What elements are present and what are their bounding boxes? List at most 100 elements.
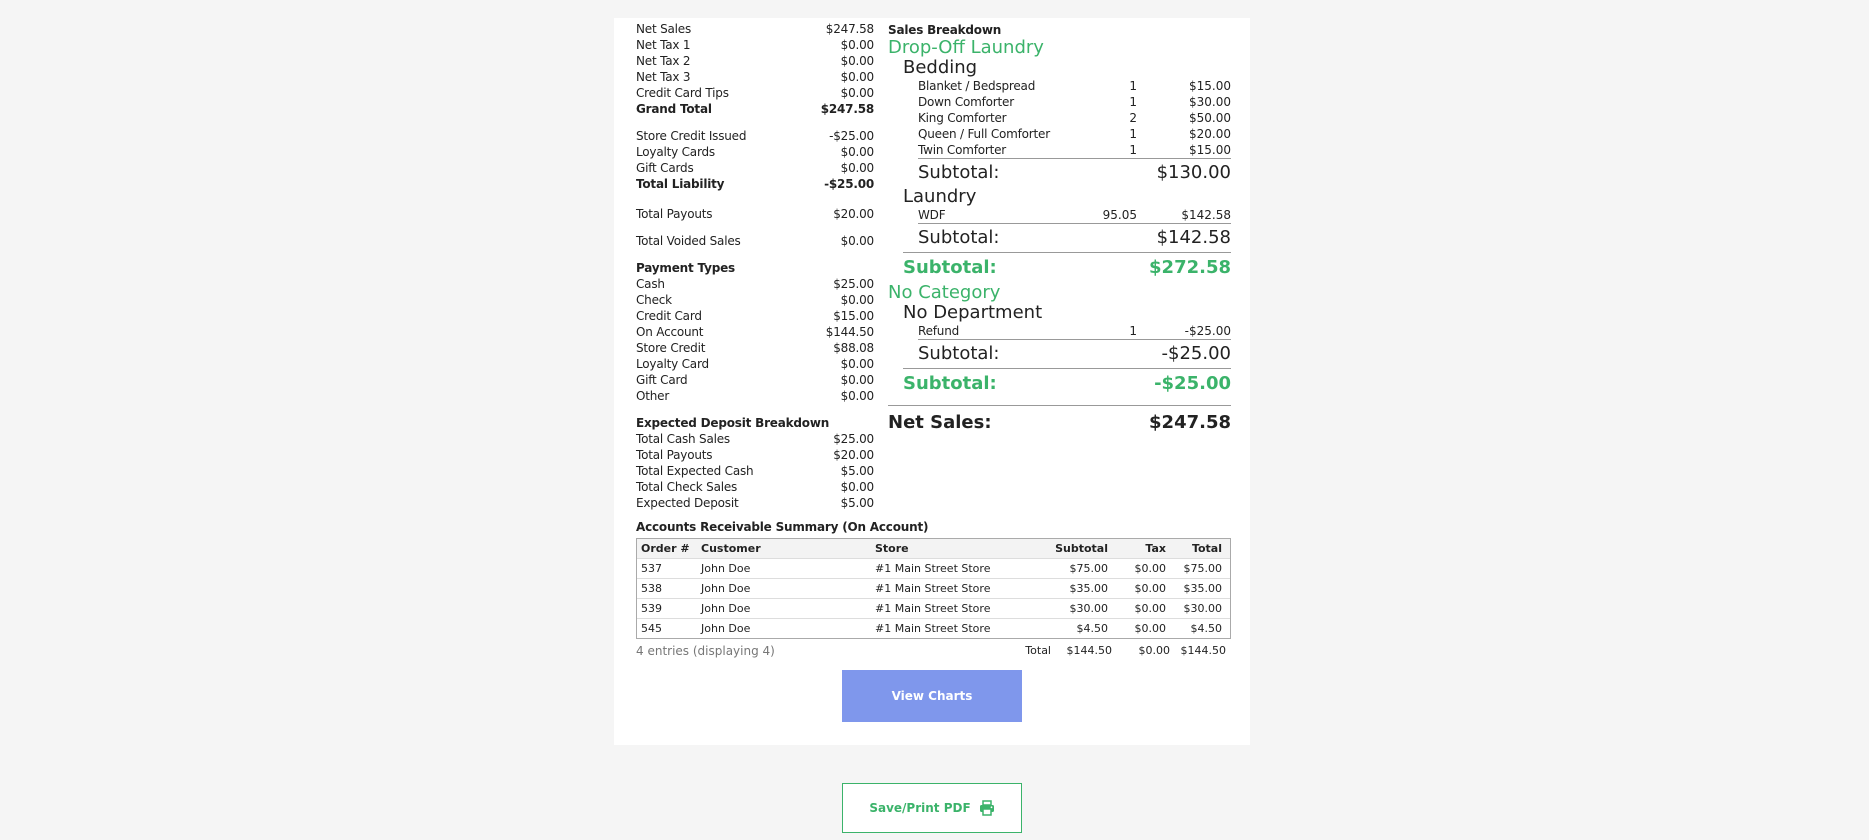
item-amount: -$25.00 [1184,324,1231,338]
column-header[interactable]: Tax [1108,539,1166,558]
item-name: Queen / Full Comforter [918,127,1050,141]
list-item: Twin Comforter 1 $15.00 [918,142,1231,158]
summary-value: $5.00 [840,496,875,510]
table-row[interactable]: 537 John Doe #1 Main Street Store $75.00 $0.… [637,558,1230,578]
summary-row: Net Sales $247.58 [636,21,874,37]
item-qty: 1 [1129,324,1137,338]
customer-cell: John Doe [701,562,751,575]
summary-row: Total Expected Cash $5.00 [636,463,874,479]
item-list: Refund 1 -$25.00 [888,323,1231,339]
footer-total-label: Total [1025,644,1051,657]
tax-cell: $0.00 [1134,602,1167,615]
summary-value: -$25.00 [829,129,874,143]
summary-value: $0.00 [840,480,875,494]
summary-label: Cash [636,277,665,291]
item-amount: $15.00 [1189,143,1231,157]
ar-table: Order # Customer Store Subtotal Tax Tota… [636,538,1231,639]
item-name: Refund [918,324,960,338]
customer-cell: John Doe [701,602,751,615]
summary-label: Loyalty Cards [636,145,715,159]
store-cell: #1 Main Street Store [875,602,991,615]
list-item: WDF 95.05 $142.58 [918,207,1231,223]
category-subtotal: Subtotal: -$25.00 [903,368,1231,399]
list-item: Blanket / Bedspread 1 $15.00 [918,78,1231,94]
save-print-label: Save/Print PDF [869,801,971,815]
summary-value: $0.00 [840,70,875,84]
footer-total: $144.50 [1180,644,1227,657]
summary-row: Store Credit Issued -$25.00 [636,128,874,144]
department-name: Bedding [903,57,978,78]
report-card: Net Sales $247.58 Net Tax 1 $0.00 Net Tax 2 $… [614,18,1250,745]
column-header[interactable]: Store [875,539,1035,558]
summary-value: $5.00 [840,464,875,478]
item-qty: 95.05 [1102,208,1137,222]
store-cell: #1 Main Street Store [875,622,991,635]
net-sales-label: Net Sales: [888,412,992,433]
summary-label: Net Tax 2 [636,54,691,68]
summary-label: Total Check Sales [636,480,738,494]
total-cell: $75.00 [1183,562,1223,575]
subtotal-label: Subtotal: [918,162,1000,183]
tax-cell: $0.00 [1134,622,1167,635]
customer-cell: John Doe [701,622,751,635]
item-qty: 2 [1129,111,1137,125]
summary-label: On Account [636,325,704,339]
column-header[interactable]: Customer [701,539,875,558]
summary-label: Grand Total [636,102,712,116]
item-name: Down Comforter [918,95,1014,109]
column-header[interactable]: Order # [637,539,701,558]
summary-column: Net Sales $247.58 Net Tax 1 $0.00 Net Tax 2 $… [636,21,874,511]
table-row[interactable]: 545 John Doe #1 Main Street Store $4.50 $0.0… [637,618,1230,638]
ar-title: Accounts Receivable Summary (On Account) [636,520,929,534]
total-cell: $30.00 [1183,602,1223,615]
summary-value: $0.00 [840,357,875,371]
summary-row: Net Tax 2 $0.00 [636,53,874,69]
summary-row: Credit Card $15.00 [636,308,874,324]
summary-label: Total Liability [636,177,725,191]
column-header[interactable]: Total [1166,539,1226,558]
item-list: Blanket / Bedspread 1 $15.00 Down Comforter… [888,78,1231,158]
column-header[interactable]: Subtotal [1035,539,1108,558]
item-amount: $30.00 [1189,95,1231,109]
store-cell: #1 Main Street Store [875,582,991,595]
summary-label: Gift Card [636,373,688,387]
deposit-block: Total Cash Sales $25.00 Total Payouts $20.0… [636,431,874,511]
department-subtotal: Subtotal: $142.58 [918,223,1231,252]
summary-value: $0.00 [840,38,875,52]
summary-value: $0.00 [840,54,875,68]
table-row[interactable]: 538 John Doe #1 Main Street Store $35.00 $0.… [637,578,1230,598]
order-number-cell: 545 [641,622,662,635]
list-item: Down Comforter 1 $30.00 [918,94,1231,110]
net-sales-value: $247.58 [1149,412,1231,433]
category-name: No Category [888,282,1001,303]
summary-row: On Account $144.50 [636,324,874,340]
summary-label: Check [636,293,672,307]
save-print-pdf-button[interactable]: Save/Print PDF [842,783,1022,833]
item-name: WDF [918,208,946,222]
subtotal-cell: $35.00 [1069,582,1109,595]
table-header-row: Order # Customer Store Subtotal Tax Tota… [637,539,1230,558]
view-charts-button[interactable]: View Charts [842,670,1022,722]
order-number-cell: 538 [641,582,662,595]
list-item: Refund 1 -$25.00 [918,323,1231,339]
item-qty: 1 [1129,127,1137,141]
summary-value: $88.08 [833,341,874,355]
table-row[interactable]: 539 John Doe #1 Main Street Store $30.00 $0.… [637,598,1230,618]
summary-row: Gift Card $0.00 [636,372,874,388]
customer-cell: John Doe [701,582,751,595]
entries-count: 4 entries (displaying 4) [636,644,775,658]
summary-label: Net Tax 1 [636,38,691,52]
summary-label: Total Expected Cash [636,464,754,478]
subtotal-label: Subtotal: [903,373,997,394]
category-list: Drop-Off Laundry Bedding Blanket / Bedspre… [888,38,1231,399]
summary-value: $25.00 [833,432,874,446]
subtotal-label: Subtotal: [903,257,997,278]
summary-label: Other [636,389,670,403]
order-number-cell: 537 [641,562,662,575]
department-name: No Department [903,302,1043,323]
deposit-heading: Expected Deposit Breakdown [636,416,830,430]
tax-cell: $0.00 [1134,582,1167,595]
subtotal-value: -$25.00 [1154,373,1231,394]
summary-value: $0.00 [840,145,875,159]
payment-types-block: Cash $25.00 Check $0.00 Credit Card $15.00 On … [636,276,874,404]
